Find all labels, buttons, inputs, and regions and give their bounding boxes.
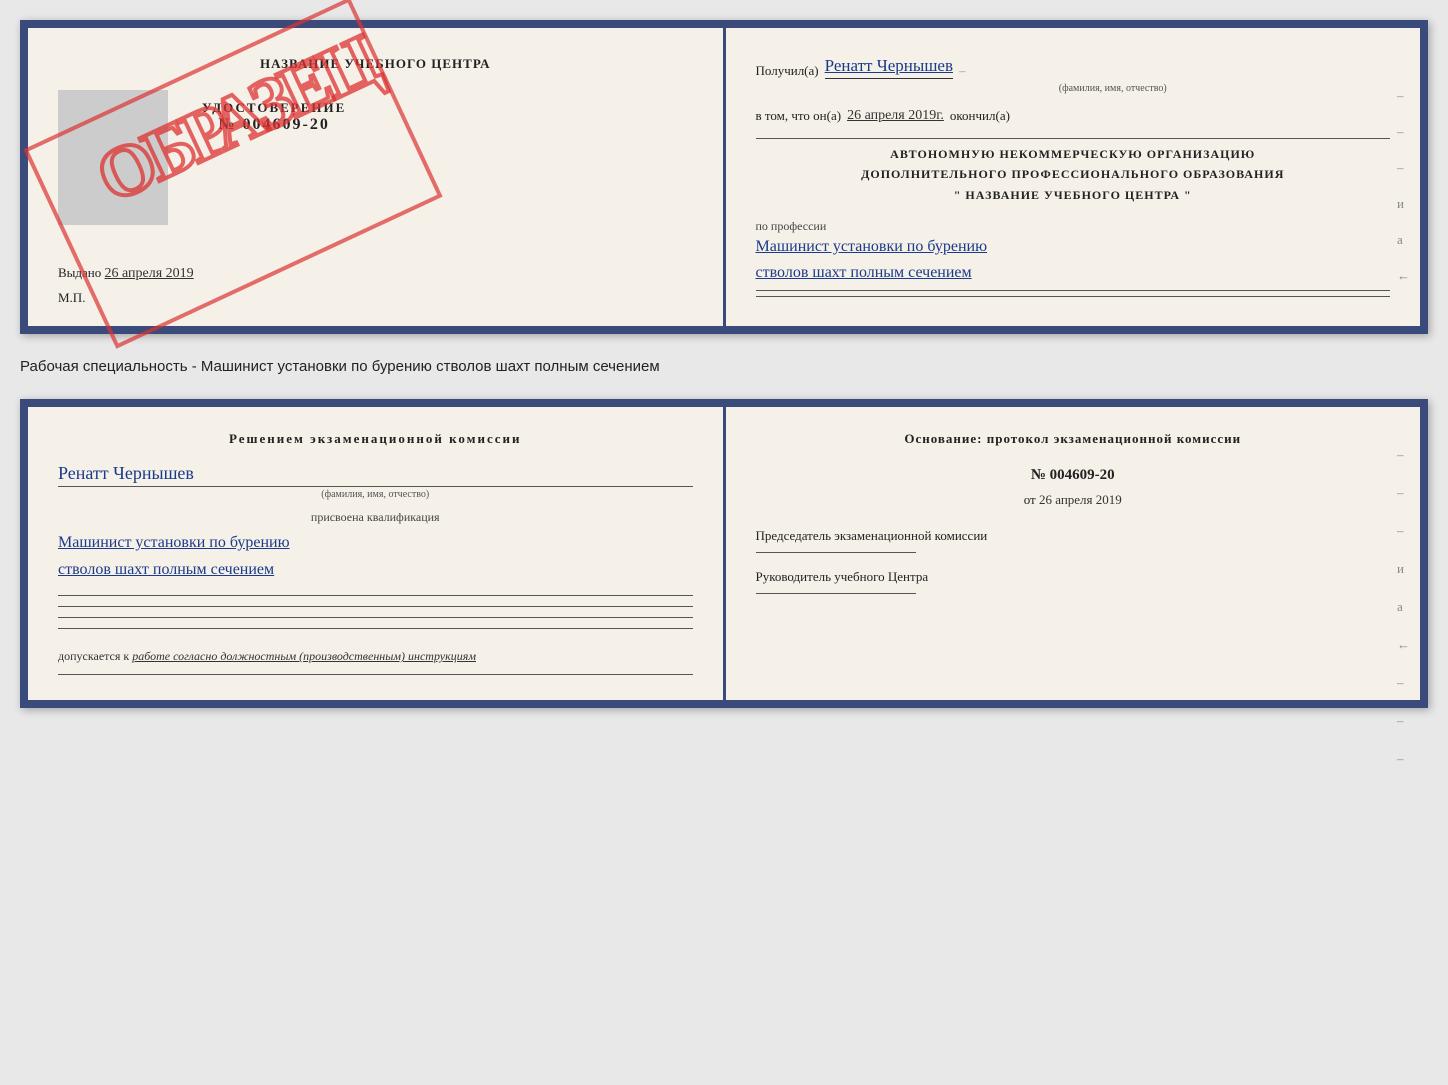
certificate-book-bottom: Решением экзаменационной комиссии Ренатт…	[20, 399, 1428, 708]
vtom-line: в том, что он(а) 26 апреля 2019г. окончи…	[756, 108, 1391, 124]
poluchil-prefix: Получил(а)	[756, 63, 819, 79]
right2-side-lines: – – – и а ← – – –	[1397, 447, 1410, 767]
underline-org	[756, 138, 1391, 139]
side2-char-3: –	[1397, 523, 1410, 539]
protocol-date-prefix: от	[1024, 492, 1036, 507]
qualification-line1: Машинист установки по бурению	[58, 529, 693, 556]
underline2	[756, 296, 1391, 297]
rukovoditel-block: Руководитель учебного Центра	[756, 569, 1391, 594]
side-char-5: а	[1397, 232, 1410, 248]
right-side-lines: – – – и а ←	[1397, 88, 1410, 284]
ul1	[58, 595, 693, 596]
bottom-name: Ренатт Чернышев	[58, 463, 693, 487]
cert-bottom-left: Решением экзаменационной комиссии Ренатт…	[28, 407, 726, 700]
reshenie-title: Решением экзаменационной комиссии	[58, 431, 693, 447]
protocol-num: № 004609-20	[756, 467, 1391, 484]
poluchil-name: Ренатт Чернышев	[825, 56, 953, 79]
dash1: –	[959, 63, 966, 79]
profession-line2: стволов шахт полным сечением	[756, 260, 1391, 286]
po-professii-label: по профессии	[756, 219, 1391, 234]
ul4	[58, 628, 693, 629]
side2-char-7: –	[1397, 675, 1410, 691]
predsedatel-block: Председатель экзаменационной комиссии	[756, 528, 1391, 553]
side2-char-2: –	[1397, 485, 1410, 501]
specialty-label: Рабочая специальность - Машинист установ…	[20, 352, 1428, 381]
udostoverenie-num: № 004609-20	[202, 116, 346, 134]
udostoverenie-block: УДОСТОВЕРЕНИЕ № 004609-20	[202, 90, 346, 134]
protocol-date-val: 26 апреля 2019	[1039, 492, 1122, 507]
side-char-4: и	[1397, 196, 1410, 212]
dopuskaetsya-italic: работе согласно должностным (производств…	[132, 649, 476, 663]
vydano-prefix: Выдано	[58, 265, 101, 280]
certificate-book-top: НАЗВАНИЕ УЧЕБНОГО ЦЕНТРА УДОСТОВЕРЕНИЕ №…	[20, 20, 1428, 334]
fio-hint-top: (фамилия, имя, отчество)	[836, 83, 1391, 94]
osnov-title: Основание: протокол экзаменационной коми…	[756, 431, 1391, 447]
cert-top-left: НАЗВАНИЕ УЧЕБНОГО ЦЕНТРА УДОСТОВЕРЕНИЕ №…	[28, 28, 726, 326]
vtom-date: 26 апреля 2019г.	[847, 108, 944, 124]
bottom-underlines	[58, 595, 693, 629]
photo-placeholder	[58, 90, 168, 225]
side-char-1: –	[1397, 88, 1410, 104]
fio-hint-bottom: (фамилия, имя, отчество)	[58, 489, 693, 500]
dopuskaetsya-prefix: допускается к	[58, 649, 129, 663]
side-char-6: ←	[1397, 268, 1410, 284]
side2-char-5: а	[1397, 599, 1410, 615]
org-block: АВТОНОМНУЮ НЕКОММЕРЧЕСКУЮ ОРГАНИЗАЦИЮ ДО…	[756, 144, 1391, 205]
side2-char-1: –	[1397, 447, 1410, 463]
rukovoditel-podpis-line	[756, 593, 916, 594]
org-line3: " НАЗВАНИЕ УЧЕБНОГО ЦЕНТРА "	[756, 185, 1391, 205]
underline1	[756, 290, 1391, 291]
org-line1: АВТОНОМНУЮ НЕКОММЕРЧЕСКУЮ ОРГАНИЗАЦИЮ	[756, 144, 1391, 164]
ul3	[58, 617, 693, 618]
ul5	[58, 674, 693, 675]
predsedatel-podpis-line	[756, 552, 916, 553]
side2-char-8: –	[1397, 713, 1410, 729]
predsedatel-label: Председатель экзаменационной комиссии	[756, 528, 1391, 544]
side2-char-6: ←	[1397, 637, 1410, 653]
ul2	[58, 606, 693, 607]
protocol-date: от 26 апреля 2019	[756, 492, 1391, 508]
profession-block: по профессии Машинист установки по бурен…	[756, 219, 1391, 297]
udostoverenie-label: УДОСТОВЕРЕНИЕ	[202, 100, 346, 116]
side2-char-9: –	[1397, 751, 1410, 767]
profession-line1: Машинист установки по бурению	[756, 234, 1391, 260]
cert-bottom-right: Основание: протокол экзаменационной коми…	[726, 407, 1421, 700]
cert-top-title: НАЗВАНИЕ УЧЕБНОГО ЦЕНТРА	[58, 56, 693, 72]
org-line2: ДОПОЛНИТЕЛЬНОГО ПРОФЕССИОНАЛЬНОГО ОБРАЗО…	[756, 164, 1391, 184]
vydano-date: 26 апреля 2019	[105, 266, 194, 281]
mp-line: М.П.	[58, 290, 693, 306]
poluchil-line: Получил(а) Ренатт Чернышев –	[756, 56, 1391, 79]
cert-top-right: Получил(а) Ренатт Чернышев – (фамилия, и…	[726, 28, 1421, 326]
dopuskaetsya-block: допускается к работе согласно должностны…	[58, 649, 693, 664]
rukovoditel-label: Руководитель учебного Центра	[756, 569, 1391, 585]
prisvoena-label: присвоена квалификация	[58, 510, 693, 525]
vydano-line: Выдано 26 апреля 2019	[58, 265, 693, 282]
okonchil: окончил(а)	[950, 108, 1010, 124]
side-char-3: –	[1397, 160, 1410, 176]
side2-char-4: и	[1397, 561, 1410, 577]
vtom-prefix: в том, что он(а)	[756, 108, 842, 124]
side-char-2: –	[1397, 124, 1410, 140]
qualification-line2: стволов шахт полным сечением	[58, 556, 693, 583]
